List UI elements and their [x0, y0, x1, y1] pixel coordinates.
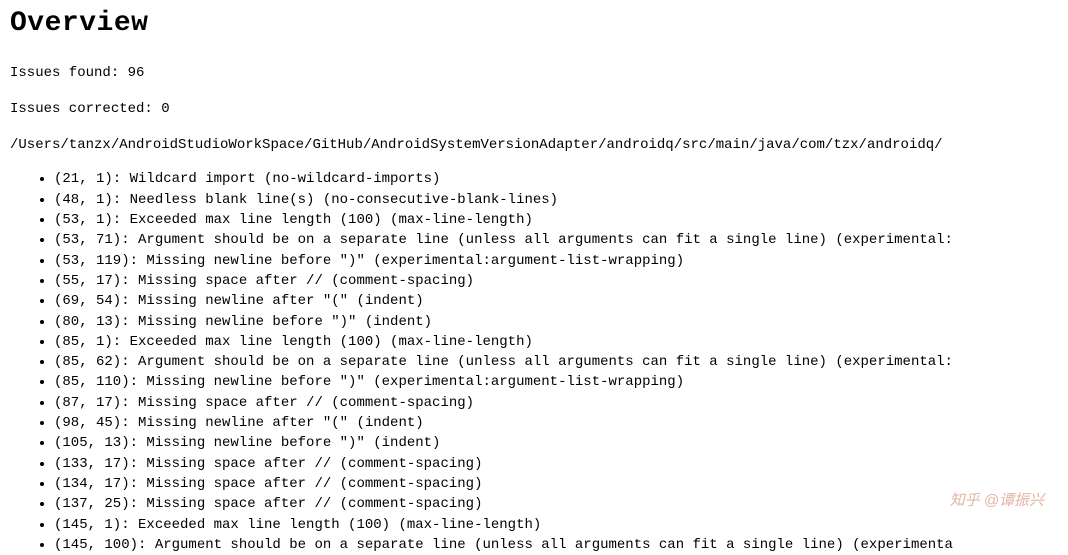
list-item: (69, 54): Missing newline after "(" (ind… — [54, 291, 1058, 311]
list-item: (80, 13): Missing newline before ")" (in… — [54, 312, 1058, 332]
list-item: (55, 17): Missing space after // (commen… — [54, 271, 1058, 291]
list-item: (98, 45): Missing newline after "(" (ind… — [54, 413, 1058, 433]
issues-found-count: 96 — [128, 65, 145, 81]
list-item: (85, 62): Argument should be on a separa… — [54, 352, 1058, 372]
list-item: (53, 71): Argument should be on a separa… — [54, 230, 1058, 250]
list-item: (137, 25): Missing space after // (comme… — [54, 494, 1058, 514]
list-item: (85, 1): Exceeded max line length (100) … — [54, 332, 1058, 352]
list-item: (85, 110): Missing newline before ")" (e… — [54, 372, 1058, 392]
list-item: (145, 1): Exceeded max line length (100)… — [54, 515, 1058, 535]
page-title: Overview — [10, 4, 1058, 45]
issues-list: (21, 1): Wildcard import (no-wildcard-im… — [10, 169, 1058, 555]
list-item: (87, 17): Missing space after // (commen… — [54, 393, 1058, 413]
file-path: /Users/tanzx/AndroidStudioWorkSpace/GitH… — [10, 135, 1058, 155]
list-item: (145, 100): Argument should be on a sepa… — [54, 535, 1058, 555]
list-item: (133, 17): Missing space after // (comme… — [54, 454, 1058, 474]
list-item: (48, 1): Needless blank line(s) (no-cons… — [54, 190, 1058, 210]
issues-corrected-label: Issues corrected: — [10, 101, 153, 117]
issues-corrected-line: Issues corrected: 0 — [10, 99, 1058, 119]
issues-found-label: Issues found: — [10, 65, 119, 81]
issues-corrected-count: 0 — [161, 101, 169, 117]
list-item: (53, 1): Exceeded max line length (100) … — [54, 210, 1058, 230]
list-item: (21, 1): Wildcard import (no-wildcard-im… — [54, 169, 1058, 189]
list-item: (134, 17): Missing space after // (comme… — [54, 474, 1058, 494]
issues-found-line: Issues found: 96 — [10, 63, 1058, 83]
list-item: (105, 13): Missing newline before ")" (i… — [54, 433, 1058, 453]
list-item: (53, 119): Missing newline before ")" (e… — [54, 251, 1058, 271]
